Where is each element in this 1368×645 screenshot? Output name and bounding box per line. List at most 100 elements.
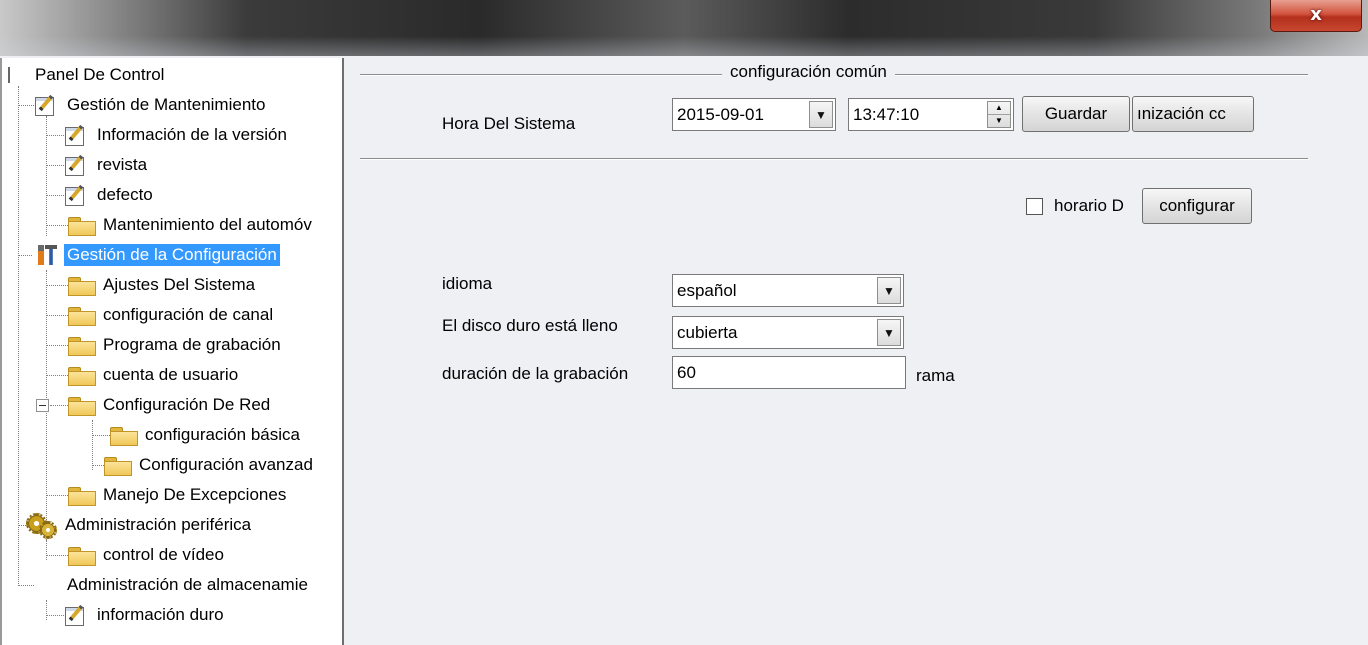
spin-down-icon[interactable]: ▼ [988, 115, 1010, 128]
tree-item-log[interactable]: revista [64, 150, 150, 180]
disk-full-value[interactable]: cubierta [677, 317, 737, 348]
dst-checkbox[interactable] [1026, 198, 1043, 215]
tree-item-system-settings[interactable]: Ajustes Del Sistema [68, 270, 258, 300]
tree-item-label[interactable]: Administración de almacenamie [64, 574, 311, 596]
date-value[interactable]: 2015-09-01 [677, 99, 764, 130]
tree-item-label[interactable]: revista [94, 154, 150, 176]
language-label: idioma [442, 274, 493, 293]
tree-connector [92, 465, 104, 466]
folder-icon [68, 396, 96, 416]
root-marker [8, 67, 12, 83]
divider-line [360, 158, 1308, 160]
tree-item-network-config[interactable]: Configuración De Red [68, 390, 273, 420]
time-spinner[interactable]: ▲ ▼ [987, 101, 1011, 128]
tree-item-label[interactable]: Programa de grabación [100, 334, 284, 356]
tree-connector [18, 585, 34, 586]
date-picker[interactable]: 2015-09-01 ▼ [672, 98, 836, 131]
note-icon [34, 94, 58, 116]
sync-button[interactable]: ınización cc [1132, 96, 1254, 132]
tree-item-user-account[interactable]: cuenta de usuario [68, 360, 241, 390]
collapse-icon[interactable] [36, 399, 49, 412]
time-field[interactable]: 13:47:10 ▲ ▼ [848, 98, 1014, 131]
tree-connector [18, 105, 34, 106]
folder-icon [68, 216, 96, 236]
tree-item-maintenance[interactable]: Gestión de Mantenimiento [34, 90, 268, 120]
tree-item-label[interactable]: Información de la versión [94, 124, 290, 146]
note-icon [64, 184, 88, 206]
folder-icon [110, 426, 138, 446]
close-icon[interactable]: x [1310, 4, 1322, 25]
tree-connector [46, 540, 47, 560]
tree-connector [92, 420, 93, 470]
dst-label: horario D [1054, 196, 1124, 215]
tree-connector [46, 225, 68, 226]
tree-connector [18, 255, 32, 256]
tree-item-exception-handling[interactable]: Manejo De Excepciones [68, 480, 289, 510]
tree-connector [46, 116, 47, 236]
tree-item-auto-maintenance[interactable]: Mantenimiento del automóv [68, 210, 315, 240]
tree-item-label[interactable]: configuración de canal [100, 304, 276, 326]
tree-item-label[interactable]: Gestión de la Configuración [64, 244, 280, 266]
folder-icon [68, 276, 96, 296]
record-duration-input[interactable]: 60 [672, 356, 906, 389]
tree-connector [46, 315, 68, 316]
tree-item-label[interactable]: defecto [94, 184, 156, 206]
chevron-down-icon[interactable]: ▼ [809, 101, 833, 128]
tree-item-disk-info[interactable]: información duro [64, 600, 227, 630]
tree-item-label[interactable]: Gestión de Mantenimiento [64, 94, 268, 116]
system-time-label: Hora Del Sistema [442, 114, 576, 133]
tree-connector [18, 86, 19, 584]
tree-item-record-schedule[interactable]: Programa de grabación [68, 330, 284, 360]
folder-icon [68, 546, 96, 566]
tree-item-label[interactable]: configuración básica [142, 424, 303, 446]
language-select[interactable]: español ▼ [672, 274, 904, 307]
tree-item-configuration[interactable]: Gestión de la Configuración [34, 240, 280, 270]
tree-item-peripheral[interactable]: Administración periférica [26, 510, 254, 540]
tree-item-advanced-config[interactable]: Configuración avanzad [104, 450, 316, 480]
record-duration-value[interactable]: 60 [677, 357, 696, 388]
tree-item-basic-config[interactable]: configuración básica [110, 420, 303, 450]
tree-item-video-control[interactable]: control de vídeo [68, 540, 227, 570]
configure-button[interactable]: configurar [1142, 188, 1252, 224]
spin-up-icon[interactable]: ▲ [988, 102, 1010, 115]
language-value[interactable]: español [677, 275, 737, 306]
tree-item-label[interactable]: Configuración avanzad [136, 454, 316, 476]
tree-item-label[interactable]: Configuración De Red [100, 394, 273, 416]
folder-icon [68, 366, 96, 386]
record-duration-unit: rama [916, 366, 955, 385]
tree-item-label[interactable]: Ajustes Del Sistema [100, 274, 258, 296]
chevron-down-icon[interactable]: ▼ [877, 319, 901, 346]
record-duration-label: duración de la grabación [442, 364, 629, 383]
gears-icon [26, 513, 57, 539]
tree-root-label[interactable]: Panel De Control [32, 64, 167, 86]
tree-root[interactable]: Panel De Control [8, 60, 167, 90]
tree-item-label[interactable]: Administración periférica [62, 514, 254, 536]
tree-item-version-info[interactable]: Información de la versión [64, 120, 290, 150]
time-value[interactable]: 13:47:10 [853, 99, 919, 130]
tree-connector [92, 435, 110, 436]
tree-connector [46, 285, 68, 286]
navigation-tree: Panel De Control Gestión de Mantenimient… [0, 58, 344, 645]
disk-full-select[interactable]: cubierta ▼ [672, 316, 904, 349]
tree-item-default[interactable]: defecto [64, 180, 156, 210]
folder-icon [104, 456, 132, 476]
tree-connector [46, 615, 64, 616]
tree-item-label[interactable]: Mantenimiento del automóv [100, 214, 315, 236]
tree-connector [46, 495, 68, 496]
tree-item-storage[interactable]: Administración de almacenamie [64, 570, 311, 600]
note-icon [64, 124, 88, 146]
note-icon [64, 154, 88, 176]
tree-connector [50, 405, 68, 406]
save-button[interactable]: Guardar [1022, 96, 1130, 132]
tree-connector [46, 555, 68, 556]
chevron-down-icon[interactable]: ▼ [877, 277, 901, 304]
tree-item-label[interactable]: información duro [94, 604, 227, 626]
close-button[interactable]: x [1270, 0, 1362, 32]
tree-item-label[interactable]: cuenta de usuario [100, 364, 241, 386]
window-title-bar: x [0, 0, 1368, 56]
section-title: configuración común [722, 62, 895, 82]
tree-connector [46, 345, 68, 346]
tree-item-label[interactable]: Manejo De Excepciones [100, 484, 289, 506]
tree-item-channel-config[interactable]: configuración de canal [68, 300, 276, 330]
tree-item-label[interactable]: control de vídeo [100, 544, 227, 566]
